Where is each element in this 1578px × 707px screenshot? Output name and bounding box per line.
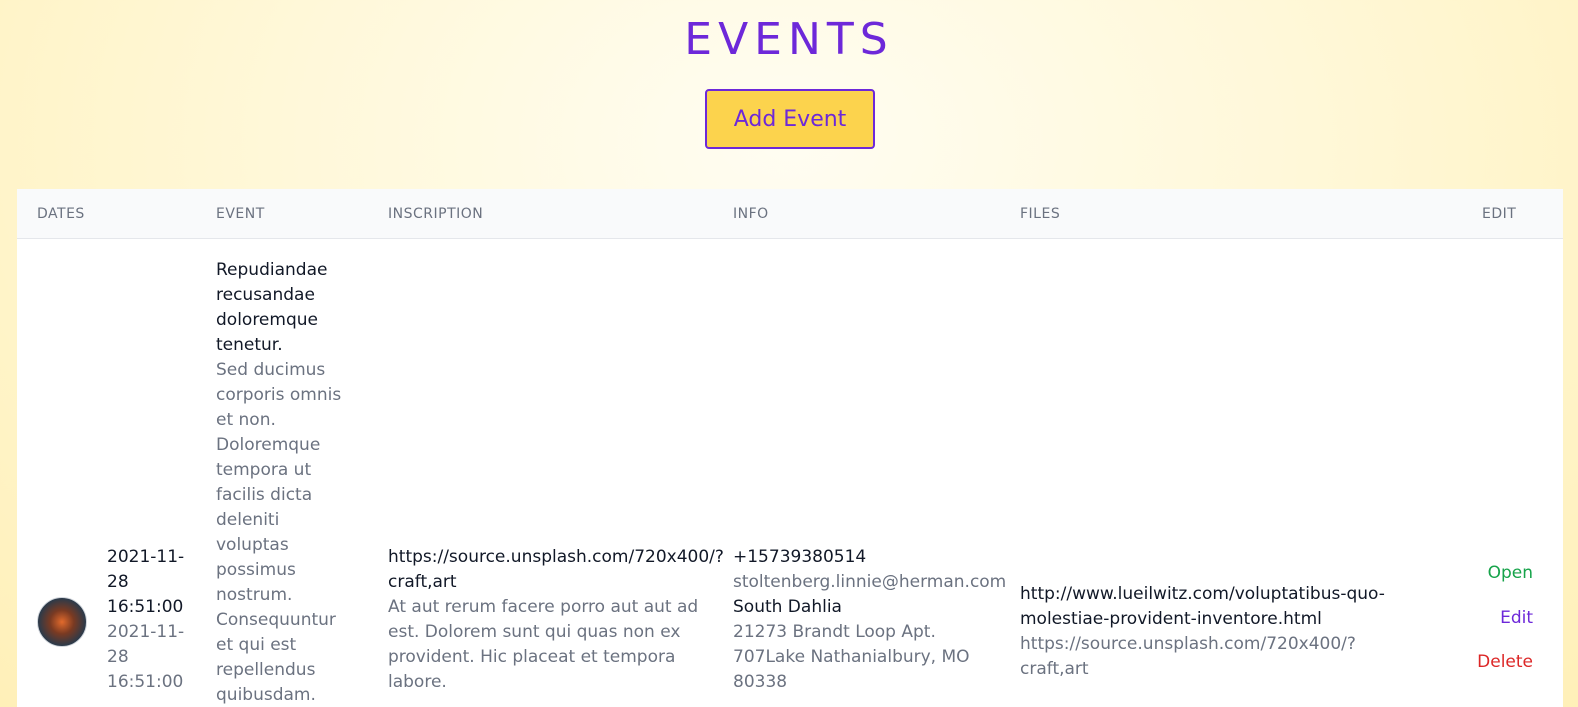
header-event: EVENT (216, 206, 265, 222)
header-files: FILES (1020, 206, 1061, 222)
edit-button[interactable]: Edit (1500, 608, 1533, 628)
date-end: 2021-11-28 16:51:00 (107, 622, 185, 692)
open-button[interactable]: Open (1488, 563, 1533, 583)
events-table: DATES EVENT INSCRIPTION INFO FILES EDIT … (17, 189, 1563, 707)
info-cell: +15739380514 stoltenberg.linnie@herman.c… (733, 545, 1007, 695)
add-event-button[interactable]: Add Event (705, 89, 875, 149)
event-title: Repudiandae recusandae doloremque tenetu… (216, 260, 328, 355)
city: South Dahlia (733, 597, 842, 617)
inscription-url: https://source.unsplash.com/720x400/?cra… (388, 547, 724, 592)
header-inscription: INSCRIPTION (388, 206, 484, 222)
header-info: INFO (733, 206, 769, 222)
page-title: EVENTS (684, 14, 894, 65)
header-edit: EDIT (1482, 206, 1517, 222)
phone: +15739380514 (733, 547, 867, 567)
email: stoltenberg.linnie@herman.com (733, 572, 1007, 592)
files-cell: http://www.lueilwitz.com/voluptatibus-qu… (1020, 582, 1400, 682)
event-cell: Repudiandae recusandae doloremque tenetu… (216, 258, 356, 707)
header-dates: DATES (37, 206, 85, 222)
delete-button[interactable]: Delete (1477, 652, 1533, 672)
inscription-cell: https://source.unsplash.com/720x400/?cra… (388, 545, 724, 695)
event-thumbnail-icon (37, 597, 87, 647)
file-image[interactable]: https://source.unsplash.com/720x400/?cra… (1020, 632, 1400, 682)
inscription-text: At aut rerum facere porro aut aut ad est… (388, 597, 699, 692)
file-url[interactable]: http://www.lueilwitz.com/voluptatibus-qu… (1020, 582, 1400, 632)
address: 21273 Brandt Loop Apt. 707Lake Nathanial… (733, 622, 970, 692)
table-header: DATES EVENT INSCRIPTION INFO FILES EDIT (17, 189, 1563, 239)
event-description: Sed ducimus corporis omnis et non. Dolor… (216, 360, 342, 705)
date-start: 2021-11-28 16:51:00 (107, 547, 185, 617)
dates-cell: 2021-11-28 16:51:00 2021-11-28 16:51:00 (107, 545, 187, 695)
